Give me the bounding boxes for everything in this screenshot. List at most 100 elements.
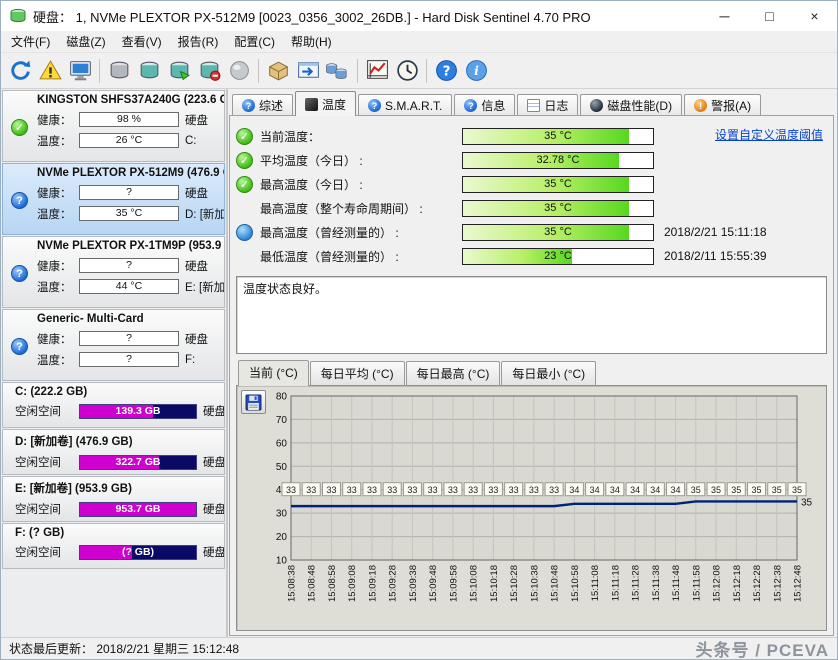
x-tick-label: 15:12:08 <box>712 565 723 602</box>
monitor-icon[interactable] <box>66 57 94 85</box>
disk-metric-row: 温度：?F: <box>37 349 224 370</box>
free-space-label: 空闲空间 <box>15 403 79 419</box>
disk-error-icon[interactable] <box>195 57 223 85</box>
disk-metric-label: 温度： <box>37 352 79 368</box>
disk-status-question-icon: ? <box>11 338 28 355</box>
minimize-button[interactable]: ─ <box>702 1 747 31</box>
bar-value: 44 °C <box>116 280 142 292</box>
main-tabbar: ?综述温度?S.M.A.R.T.? 信息日志磁盘性能(D)!警报(A) <box>228 91 837 116</box>
point-label: 34 <box>650 485 660 495</box>
disk-metric-row: 温度：35 °CD: [新加卷] <box>37 203 224 224</box>
disk-metric-row: 温度：44 °CE: [新加卷] <box>37 276 224 297</box>
help-icon[interactable]: ? <box>432 57 460 85</box>
disk-row-right-label: C: <box>185 135 224 147</box>
chart-tab-2[interactable]: 每日最高 (°C) <box>406 361 501 385</box>
partition-name: F: (? GB) <box>15 527 224 539</box>
chart-tab-0[interactable]: 当前 (°C) <box>238 360 309 386</box>
temperature-row-label: 最高温度（今日） : <box>260 176 462 193</box>
disk-list-item[interactable]: ✓KINGSTON SHFS37A240G (223.6 GB)健康：98 %硬… <box>2 90 225 162</box>
partition-row-right-label: 硬盘 <box>203 454 224 470</box>
tab-label: S.M.A.R.T. <box>385 99 442 113</box>
disk-metric-row: 健康：?硬盘 <box>37 328 224 349</box>
point-label: 33 <box>326 485 336 495</box>
free-space-value: 953.7 GB <box>80 503 196 516</box>
partition-row-right-label: 硬盘 <box>203 403 224 419</box>
menu-item-1[interactable]: 磁盘(Z) <box>58 31 113 52</box>
bar-value: 35 °C <box>544 202 572 214</box>
chart-tab-3[interactable]: 每日最小 (°C) <box>501 361 596 385</box>
menu-item-0[interactable]: 文件(F) <box>3 31 58 52</box>
series-end-label: 35 <box>801 497 813 508</box>
save-chart-button[interactable] <box>241 390 266 414</box>
point-label: 34 <box>590 485 600 495</box>
disk-health-bar: ? <box>79 331 179 346</box>
disk-list-item[interactable]: ?NVMe PLEXTOR PX-512M9 (476.9 GB)健康：?硬盘温… <box>2 163 225 235</box>
free-space-bar: 139.3 GB <box>79 404 197 419</box>
log-tab-icon <box>527 99 540 112</box>
tab-log[interactable]: 日志 <box>517 94 578 116</box>
disk-sphere-icon[interactable] <box>225 57 253 85</box>
free-space-value: (? GB) <box>80 546 196 559</box>
window-transfer-icon[interactable] <box>294 57 322 85</box>
point-label: 33 <box>407 485 417 495</box>
bar-value: 35 °C <box>544 178 572 190</box>
tab-performance[interactable]: 磁盘性能(D) <box>580 94 682 116</box>
graph-icon[interactable] <box>363 57 391 85</box>
point-label: 34 <box>610 485 620 495</box>
measured-info-icon <box>236 224 253 241</box>
partition-list-item[interactable]: D: [新加卷] (476.9 GB)空闲空间322.7 GB硬盘 <box>2 429 225 475</box>
partition-list-item[interactable]: F: (? GB) 空闲空间(? GB)硬盘 <box>2 523 225 569</box>
x-tick-label: 15:08:38 <box>287 565 298 602</box>
x-tick-label: 15:11:08 <box>590 565 601 601</box>
tab-information[interactable]: ? 信息 <box>454 94 515 116</box>
disk-status-question-icon: ? <box>11 192 28 209</box>
temperature-row: 最低温度（曾经测量的） :23 °C2018/2/11 15:55:39 <box>236 244 827 268</box>
partition-free-row: 空闲空间(? GB)硬盘 <box>15 542 224 562</box>
package-icon[interactable] <box>264 57 292 85</box>
tab-label: 信息 <box>481 97 505 114</box>
menu-item-5[interactable]: 帮助(H) <box>283 31 340 52</box>
y-tick-label: 10 <box>276 556 288 567</box>
close-button[interactable]: × <box>792 1 837 31</box>
clock-icon[interactable] <box>393 57 421 85</box>
menu-item-4[interactable]: 配置(C) <box>226 31 283 52</box>
toolbar-separator <box>426 59 427 83</box>
maximize-button[interactable]: □ <box>747 1 792 31</box>
tab-smart[interactable]: ?S.M.A.R.T. <box>358 94 452 116</box>
x-tick-label: 15:11:18 <box>610 565 621 601</box>
menu-item-3[interactable]: 报告(R) <box>170 31 227 52</box>
toolbar-separator <box>99 59 100 83</box>
chart-area: 102030405060708015:08:3815:08:4815:08:58… <box>236 385 827 631</box>
set-custom-threshold-link[interactable]: 设置自定义温度阈值 <box>715 126 823 143</box>
warning-icon[interactable] <box>36 57 64 85</box>
disk-list-item[interactable]: ?NVMe PLEXTOR PX-1TM9P (953.9 GB)健康：?硬盘温… <box>2 236 225 308</box>
chart-tab-1[interactable]: 每日平均 (°C) <box>310 361 405 385</box>
statusbar: 状态最后更新： 2018/2/21 星期三 15:12:48 头条号 / PCE… <box>1 637 837 659</box>
disk-metric-label: 健康： <box>37 258 79 274</box>
partition-list-item[interactable]: E: [新加卷] (953.9 GB)空闲空间953.7 GB硬盘 <box>2 476 225 522</box>
toolbar-separator <box>357 59 358 83</box>
bar-value: 35 °C <box>116 207 142 219</box>
tab-alerts[interactable]: !警报(A) <box>684 94 761 116</box>
partition-list-item[interactable]: C: (222.2 GB)空闲空间139.3 GB硬盘 <box>2 382 225 428</box>
x-tick-label: 15:10:58 <box>570 565 581 602</box>
information-tab-icon: ? <box>464 99 477 112</box>
refresh-icon[interactable] <box>6 57 34 85</box>
partition-free-row: 空闲空间322.7 GB硬盘 <box>15 452 224 472</box>
disk-status-ok-icon: ✓ <box>11 119 28 136</box>
menu-item-2[interactable]: 查看(V) <box>114 31 170 52</box>
tab-temperature[interactable]: 温度 <box>295 91 356 116</box>
disk-list-item[interactable]: ?Generic- Multi-Card健康：?硬盘温度：?F: <box>2 309 225 381</box>
point-label: 33 <box>509 485 519 495</box>
x-tick-label: 15:10:18 <box>489 565 500 602</box>
disk-metric-label: 温度： <box>37 133 79 149</box>
disk-arrow-icon[interactable] <box>165 57 193 85</box>
info-icon[interactable]: i <box>462 57 490 85</box>
x-tick-label: 15:09:28 <box>388 565 399 602</box>
temperature-row: 最高温度（整个寿命周期间） :35 °C <box>236 196 827 220</box>
tab-overview[interactable]: ?综述 <box>232 94 293 116</box>
disk-gray-icon[interactable] <box>105 57 133 85</box>
x-tick-label: 15:10:38 <box>529 565 540 602</box>
dual-disks-icon[interactable] <box>324 57 352 85</box>
disk-teal-icon[interactable] <box>135 57 163 85</box>
